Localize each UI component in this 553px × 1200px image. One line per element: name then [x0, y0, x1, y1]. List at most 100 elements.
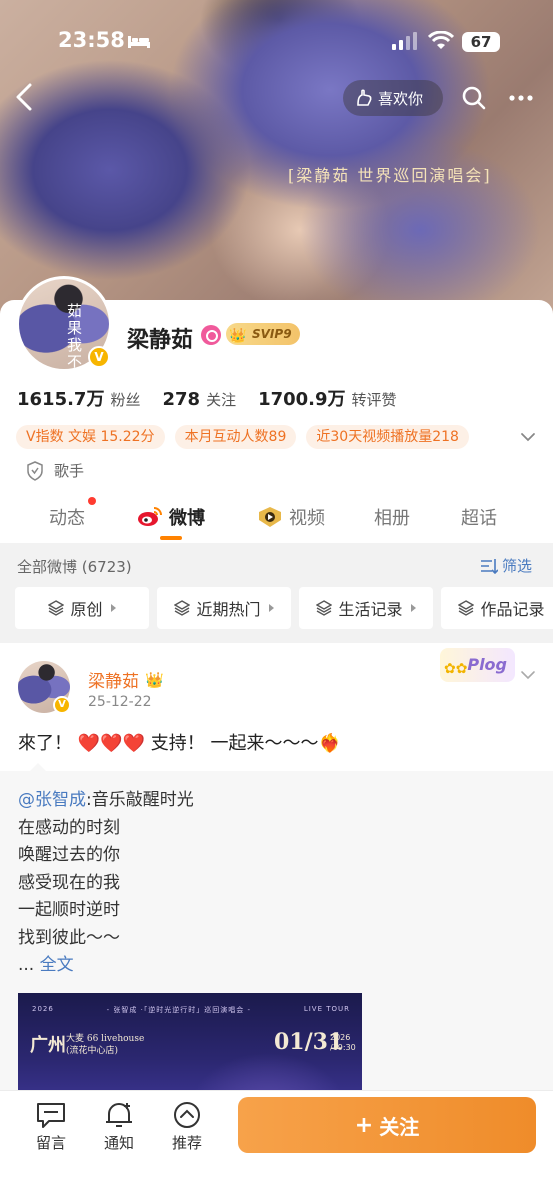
caret-right-icon: [410, 604, 416, 612]
svip-label: SVIP9: [252, 327, 292, 341]
tab-weibo[interactable]: 微博: [137, 504, 205, 530]
poster-title: - 张智成 ·「逆时光逆行时」巡回演唱会 -: [106, 1006, 252, 1014]
read-full-link[interactable]: 全文: [40, 955, 74, 975]
engagement-count[interactable]: 1700.9万: [258, 385, 345, 411]
status-time: 23:58: [58, 28, 125, 52]
category-row: 原创 近期热门 生活记录 作品记录: [15, 587, 553, 629]
layers-icon: [174, 600, 191, 616]
tab-super-topic[interactable]: 超话: [461, 504, 497, 530]
tab-super-topic-label: 超话: [461, 508, 497, 529]
active-tab-indicator: [160, 536, 182, 540]
poster-date-year: 2026: [330, 1033, 351, 1042]
tab-dynamics-label: 动态: [49, 508, 85, 529]
ellipsis: ...: [18, 955, 40, 975]
heart-emojis: ❤️❤️❤️: [77, 733, 145, 754]
following-count[interactable]: 278: [162, 389, 200, 410]
tab-album[interactable]: 相册: [374, 504, 410, 530]
bell-icon: [106, 1103, 132, 1127]
flower-icon: ✿✿: [444, 661, 468, 677]
follow-button[interactable]: + 关注: [238, 1097, 536, 1153]
poster-venue-line: (流花中心店): [66, 1046, 119, 1056]
poster-city: 广州: [30, 1035, 66, 1056]
monthly-interaction-tag[interactable]: 本月互动人数89: [174, 425, 297, 449]
category-original[interactable]: 原创: [15, 587, 149, 629]
poster-header: 2026 - 张智成 ·「逆时光逆行时」巡回演唱会 - LIVE TOUR: [32, 1005, 350, 1015]
concert-poster-image[interactable]: 2026 - 张智成 ·「逆时光逆行时」巡回演唱会 - LIVE TOUR 广州…: [18, 993, 362, 1103]
chevron-down-icon[interactable]: [519, 428, 537, 446]
post-text-start: 來了！: [18, 733, 72, 754]
repost-line: 感受现在的我: [18, 872, 120, 893]
weibo-post: V 梁静茹 👑 25-12-22 ✿✿ Plog 來了！ ❤️❤️❤️ 支持！ 一…: [0, 643, 553, 1103]
profile-name: 梁静茹: [127, 328, 194, 353]
poster-date-extra: 2026 /19:30: [330, 1033, 356, 1053]
v-index-tag[interactable]: V指数 文娱 15.22分: [16, 425, 165, 449]
category-label: 生活记录: [338, 600, 403, 619]
comment-button[interactable]: 留言: [26, 1101, 76, 1153]
poster-year: 2026: [32, 1005, 54, 1013]
post-text: 來了！ ❤️❤️❤️ 支持！ 一起来～～～❤️‍🔥: [18, 729, 341, 755]
profile-stats: 1615.7万 粉丝 278 关注 1700.9万 转评赞: [17, 385, 419, 411]
category-label: 作品记录: [480, 600, 545, 619]
cover-caption: [梁静茹 世界巡回演唱会]: [288, 166, 492, 185]
notify-button[interactable]: 通知: [94, 1101, 144, 1153]
filter-icon: [481, 558, 498, 574]
profile-tags: V指数 文娱 15.22分 本月互动人数89 近30天视频播放量218: [16, 425, 469, 449]
notification-dot: [88, 497, 96, 505]
more-icon[interactable]: [507, 86, 535, 110]
repost-line: 唤醒过去的你: [18, 845, 120, 865]
search-icon[interactable]: [460, 84, 488, 112]
tab-weibo-label: 微博: [169, 508, 205, 529]
followers-label[interactable]: 粉丝: [110, 389, 140, 410]
repost-block[interactable]: @张智成:音乐敲醒时光 在感动的时刻 唤醒过去的你 感受现在的我 一起顺时逆时 …: [0, 763, 553, 1103]
comment-label: 留言: [35, 1134, 66, 1152]
tab-album-label: 相册: [374, 508, 410, 529]
like-hand-icon: [357, 89, 372, 106]
signal-icon: [392, 32, 417, 50]
repost-line: 一起顺时逆时: [18, 900, 120, 920]
like-you-button[interactable]: 喜欢你: [343, 80, 443, 116]
category-trending[interactable]: 近期热门: [157, 587, 291, 629]
recommend-icon: [174, 1102, 200, 1128]
tab-dynamics[interactable]: 动态: [49, 504, 85, 530]
poster-tour: LIVE TOUR: [303, 1005, 350, 1013]
follow-label: 关注: [379, 1114, 420, 1139]
filter-area: 全部微博 (6723) 筛选 原创 近期热门 生活记录 作品记录: [0, 543, 553, 643]
recommend-label: 推荐: [171, 1134, 202, 1152]
wifi-icon: [428, 31, 454, 49]
status-bar: 23:58 67: [0, 22, 553, 62]
recommend-button[interactable]: 推荐: [162, 1101, 212, 1153]
filter-label: 筛选: [502, 557, 533, 575]
sleep-mode-icon: [128, 36, 150, 48]
battery-indicator: 67: [462, 32, 500, 52]
chevron-down-icon[interactable]: [520, 667, 536, 683]
tab-video[interactable]: 视频: [257, 504, 325, 530]
repost-line: 找到彼此～～: [18, 927, 120, 948]
crown-icon: 👑: [229, 328, 247, 344]
followers-count[interactable]: 1615.7万: [17, 385, 104, 411]
post-date: 25-12-22: [88, 694, 152, 710]
video-crown-icon: [259, 507, 281, 527]
engagement-label[interactable]: 转评赞: [352, 389, 397, 410]
shield-icon: [27, 460, 43, 481]
post-author[interactable]: 梁静茹 👑: [88, 667, 164, 693]
svip-badge[interactable]: 👑 SVIP9: [226, 323, 300, 345]
video-plays-tag[interactable]: 近30天视频播放量218: [306, 425, 469, 449]
back-icon[interactable]: [12, 82, 38, 112]
category-label: 原创: [70, 600, 103, 619]
following-label[interactable]: 关注: [206, 389, 236, 410]
plog-badge[interactable]: ✿✿ Plog: [440, 648, 515, 682]
fan-club-icon[interactable]: [201, 325, 221, 345]
bottom-action-bar: 留言 通知 推荐 + 关注: [0, 1090, 553, 1200]
layers-icon: [316, 600, 333, 616]
caret-right-icon: [110, 604, 116, 612]
post-author-name: 梁静茹: [88, 672, 139, 692]
poster-venue: 大麦 66 livehouse (流花中心店): [66, 1033, 144, 1057]
category-life[interactable]: 生活记录: [299, 587, 433, 629]
mention-link[interactable]: @张智成: [18, 790, 86, 810]
verified-badge: V: [88, 346, 110, 368]
plog-label: Plog: [467, 655, 507, 674]
category-works[interactable]: 作品记录: [441, 587, 553, 629]
filter-button[interactable]: 筛选: [480, 555, 532, 576]
repost-first-line: :音乐敲醒时光: [86, 790, 194, 810]
occupation-label: 歌手: [54, 462, 85, 480]
